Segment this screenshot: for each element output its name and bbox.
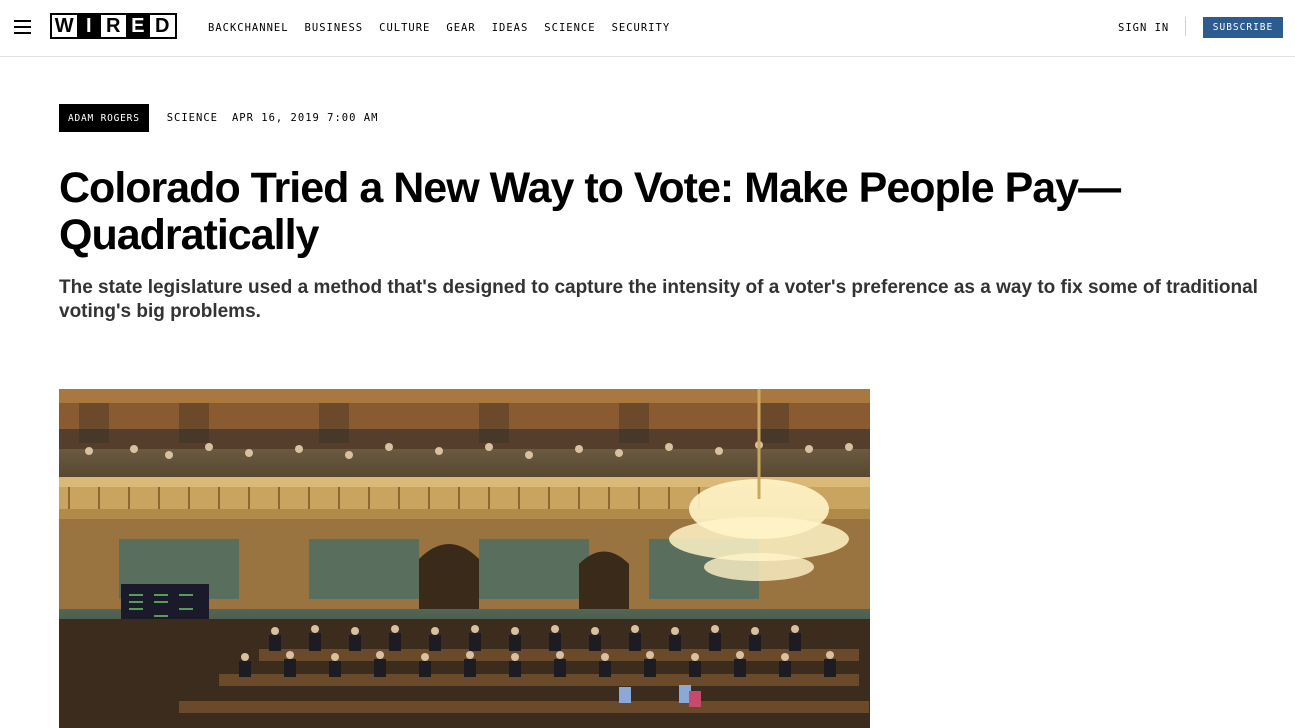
wired-logo[interactable]: W I R E D (50, 13, 177, 39)
nav-link-science[interactable]: SCIENCE (544, 22, 595, 34)
logo-letter: E (125, 15, 150, 37)
section-nav: BACKCHANNEL BUSINESS CULTURE GEAR IDEAS … (208, 22, 670, 34)
logo-letter: I (76, 15, 101, 37)
subscribe-button[interactable]: SUBSCRIBE (1203, 17, 1283, 38)
sign-in-link[interactable]: SIGN IN (1118, 22, 1169, 34)
publish-date: APR 16, 2019 7:00 AM (231, 112, 379, 124)
logo-letter: W (52, 15, 77, 37)
hamburger-menu-icon[interactable] (14, 20, 32, 36)
logo-letter: R (101, 15, 126, 37)
logo-letter: D (150, 15, 175, 37)
author-link[interactable]: ADAM ROGERS (59, 104, 149, 132)
nav-link-ideas[interactable]: IDEAS (492, 22, 529, 34)
nav-link-gear[interactable]: GEAR (446, 22, 475, 34)
nav-link-security[interactable]: SECURITY (612, 22, 671, 34)
article-dek: The state legislature used a method that… (59, 277, 1258, 322)
top-nav: W I R E D BACKCHANNEL BUSINESS CULTURE G… (0, 0, 1295, 57)
nav-divider (1185, 17, 1186, 36)
nav-link-business[interactable]: BUSINESS (305, 22, 364, 34)
hero-image (59, 389, 870, 728)
nav-link-culture[interactable]: CULTURE (379, 22, 430, 34)
section-link[interactable]: SCIENCE (167, 112, 218, 124)
nav-link-backchannel[interactable]: BACKCHANNEL (208, 22, 289, 34)
byline: ADAM ROGERS SCIENCE APR 16, 2019 7:00 AM (59, 104, 378, 132)
legislature-chamber-photo (59, 389, 870, 728)
article-title: Colorado Tried a New Way to Vote: Make P… (59, 164, 1121, 259)
